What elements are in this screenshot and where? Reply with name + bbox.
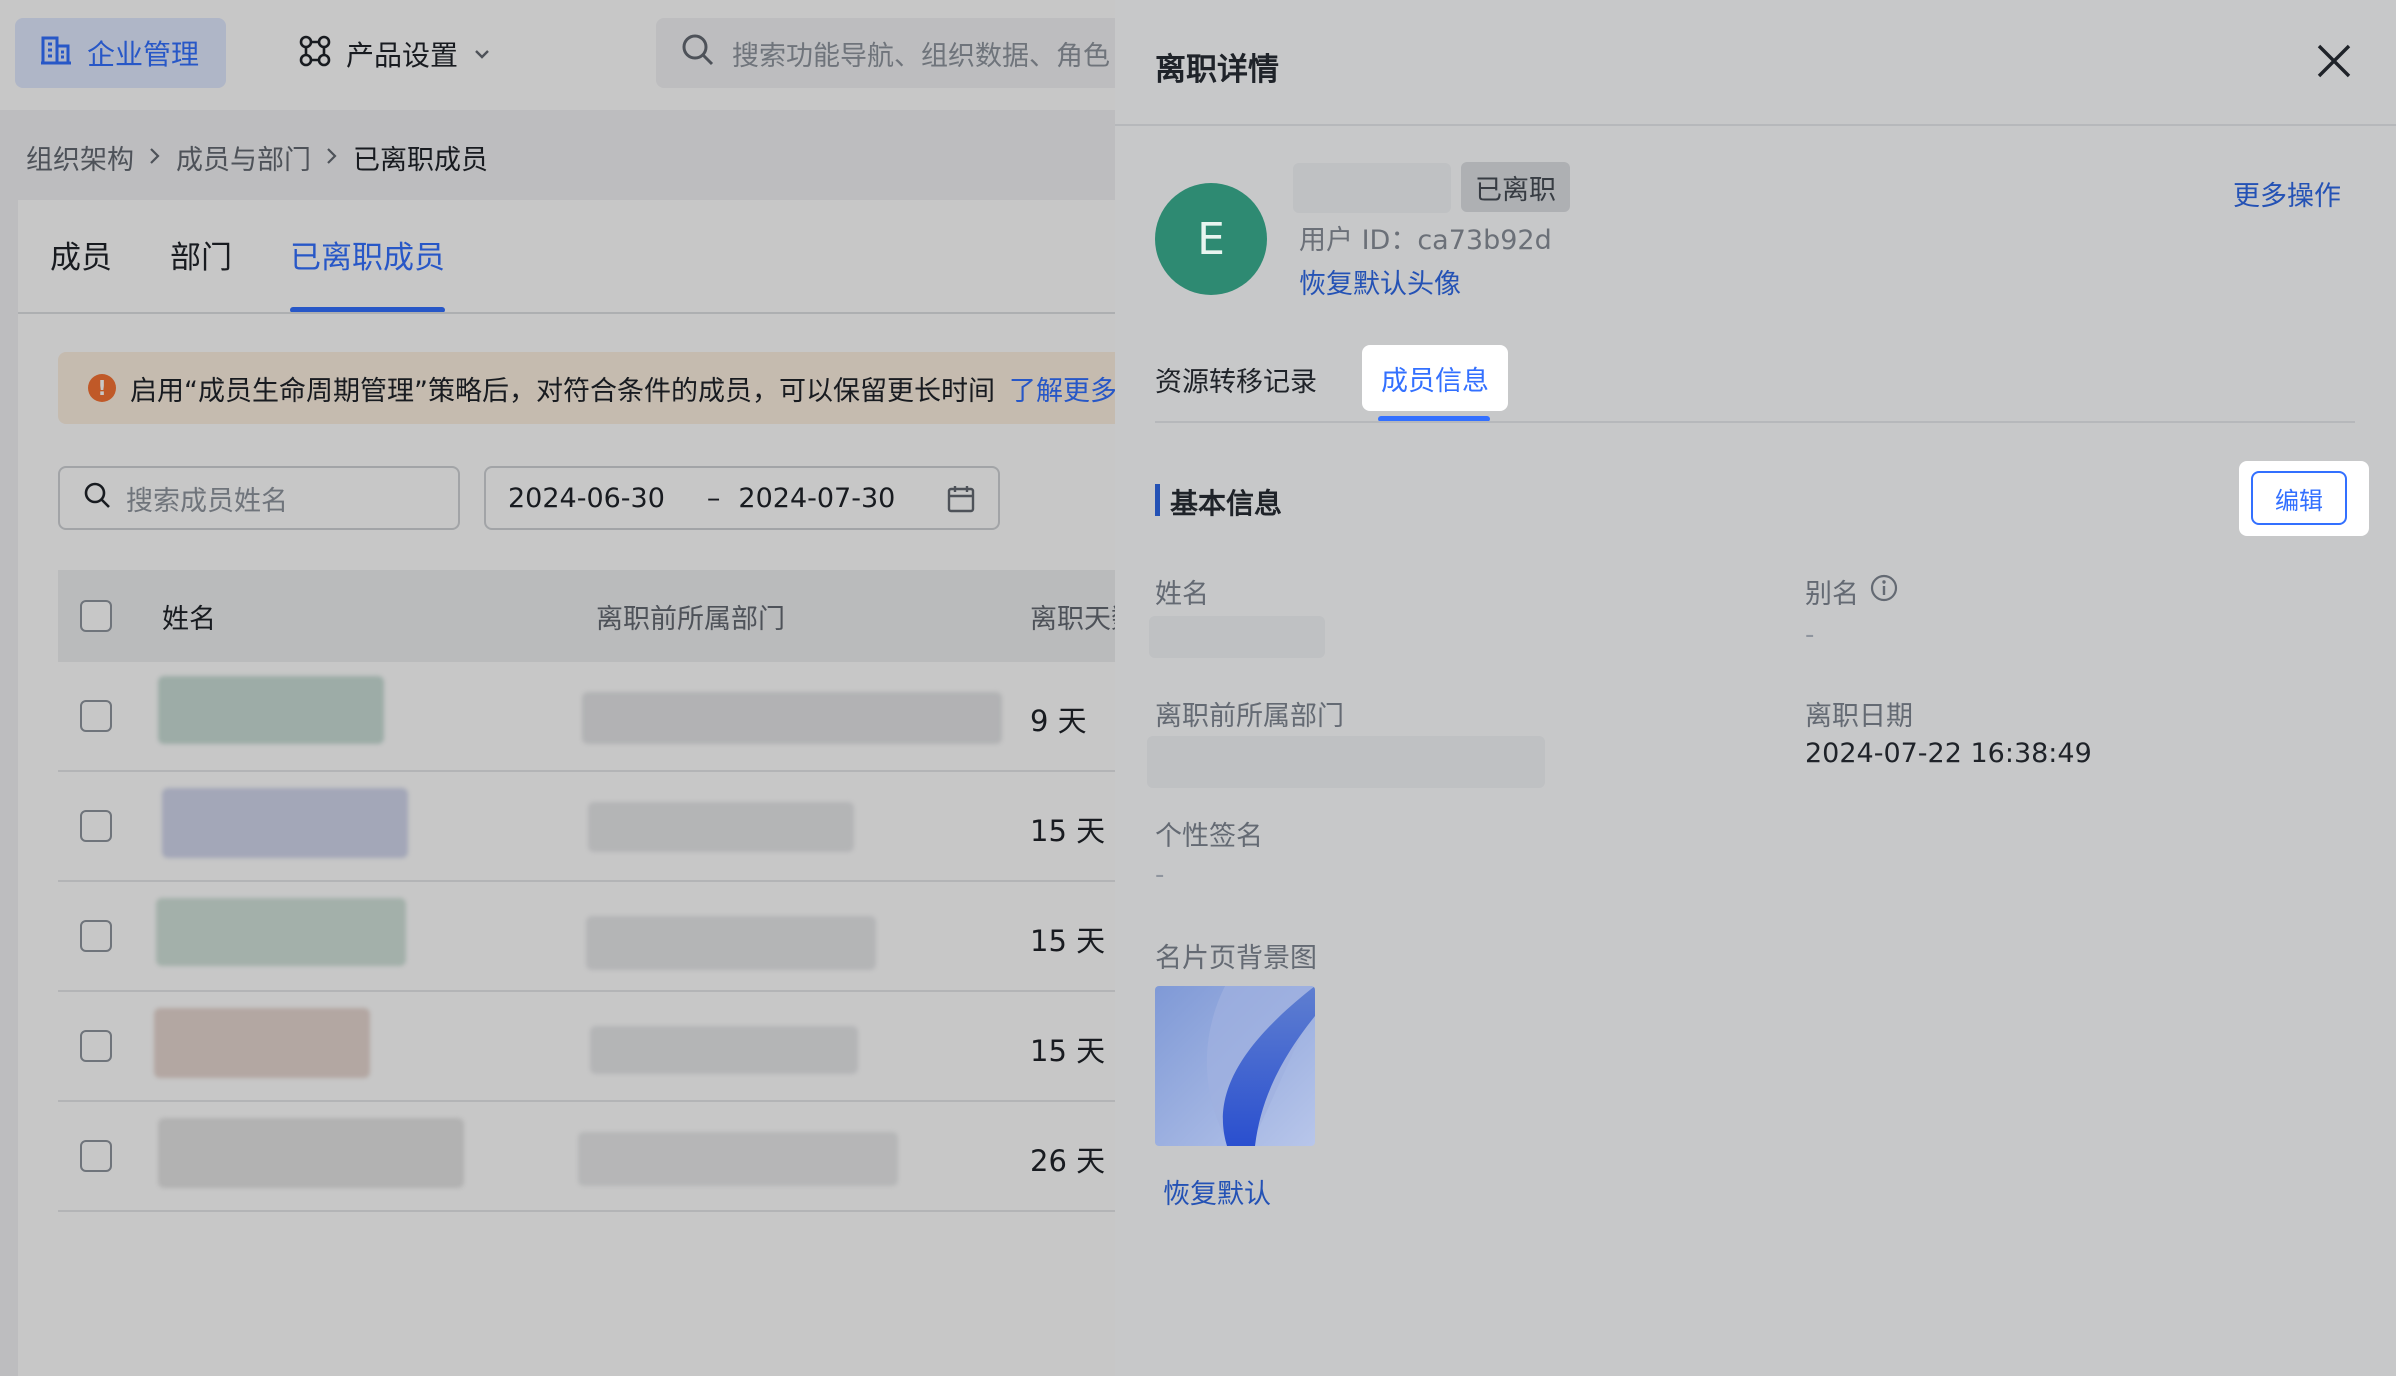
departure-date-value: 2024-07-22 16:38:49 [1805,738,2092,769]
close-icon[interactable] [2315,42,2353,84]
card-background-label: 名片页背景图 [1155,943,1317,974]
avatar: E [1155,183,1267,295]
blurred-department-value [1147,736,1545,788]
departure-date-label: 离职日期 [1805,701,1913,732]
panel-title: 离职详情 [1155,52,1279,88]
signature-value: - [1155,860,1165,890]
panel-tabs-divider [1155,421,2355,423]
status-badge: 已离职 [1461,162,1570,212]
edit-button-highlight: 编辑 [2239,461,2369,536]
modal-overlay[interactable] [0,0,1115,1376]
user-id: 用户 ID：ca73b92d [1299,225,1552,256]
signature-label: 个性签名 [1155,821,1263,852]
tab-resource-transfer[interactable]: 资源转移记录 [1155,360,1317,399]
card-background-image[interactable] [1155,986,1315,1146]
panel-header-divider [1115,124,2396,126]
reset-background-link[interactable]: 恢复默认 [1163,1172,1271,1211]
section-title: 基本信息 [1170,487,1283,520]
department-label: 离职前所属部门 [1155,701,1344,732]
alias-label: 别名 [1805,579,1859,610]
main-page: 企业管理 产品设置 搜索功能导航、组织数据、角色 组织架构 成员与部门 已离职成… [0,0,1115,1376]
alias-field: 别名 [1805,572,1899,611]
departure-detail-panel: 离职详情 E 已离职 用户 ID：ca73b92d 恢复默认头像 更多操作 资源… [1115,0,2396,1376]
blurred-member-name [1293,163,1451,213]
alias-value: - [1805,620,1815,650]
edit-button[interactable]: 编辑 [2251,471,2347,525]
info-icon[interactable] [1869,573,1899,610]
more-actions-button[interactable]: 更多操作 [2233,174,2341,213]
blurred-name-value [1149,616,1325,658]
reset-avatar-link[interactable]: 恢复默认头像 [1299,262,1461,301]
section-accent-bar [1155,484,1160,516]
name-label: 姓名 [1155,579,1209,610]
tab-member-info[interactable]: 成员信息 [1362,345,1508,411]
